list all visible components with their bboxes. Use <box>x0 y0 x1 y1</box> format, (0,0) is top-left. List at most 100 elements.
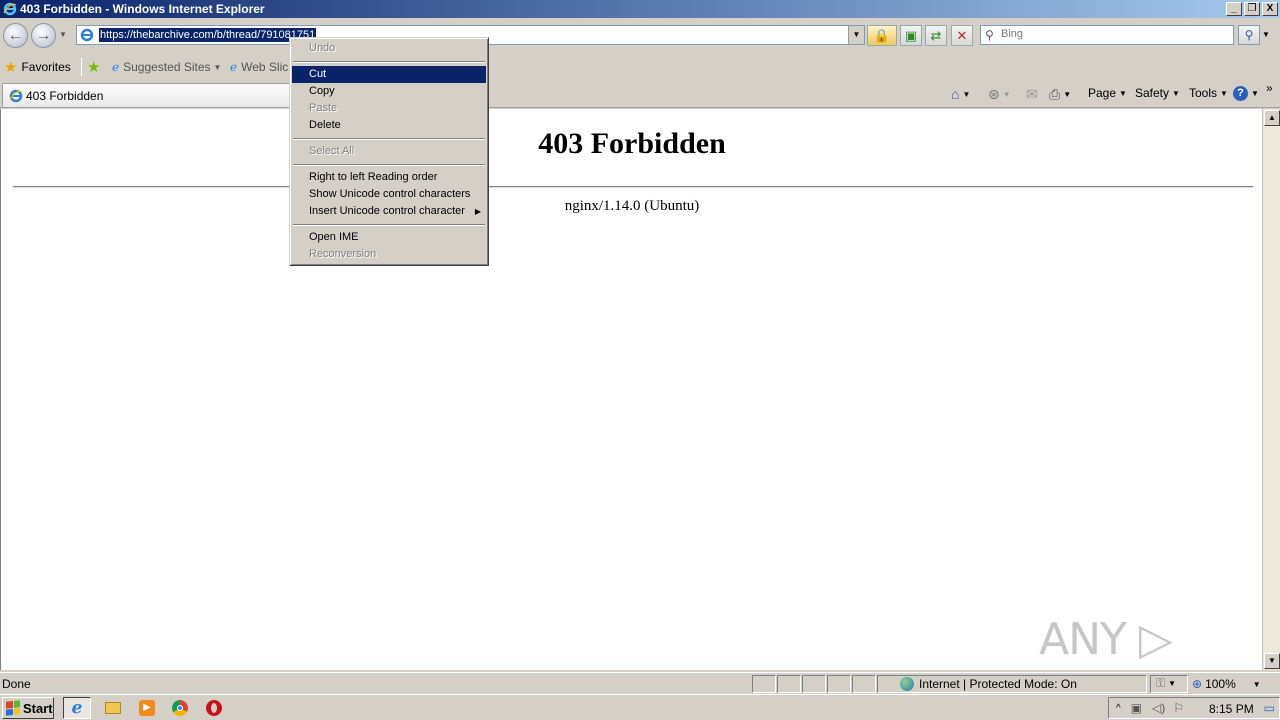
mail-icon: ✉ <box>1026 86 1038 102</box>
refresh-button[interactable]: ⇄ <box>925 25 947 46</box>
status-pane <box>827 675 851 693</box>
more-commands-chevron[interactable]: » <box>1266 81 1273 95</box>
volume-icon[interactable]: ◁) <box>1152 701 1165 715</box>
taskbar-app-opera[interactable] <box>200 697 228 719</box>
compatibility-view-button[interactable]: ▣ <box>900 25 922 46</box>
print-button[interactable]: ⎙ ▼ <box>1049 86 1071 103</box>
lock-icon: 🔒 <box>873 27 891 43</box>
feeds-button[interactable]: ⊛ ▼ <box>988 86 1011 103</box>
menu-item-insert-unicode-control-character[interactable]: Insert Unicode control character ▶ <box>292 203 486 220</box>
windows-flag-icon <box>6 700 20 716</box>
search-go-button[interactable]: ⚲ <box>1238 25 1260 45</box>
recent-pages-dropdown[interactable]: ▼ <box>59 30 67 39</box>
menu-item-undo: Undo <box>292 40 486 57</box>
zoom-control[interactable]: ⊕ 100% ▼ <box>1192 677 1261 691</box>
chevron-down-icon: ▼ <box>1002 90 1011 99</box>
suggested-sites-label: Suggested Sites <box>123 60 211 74</box>
ie-icon <box>80 28 94 42</box>
search-options-dropdown[interactable]: ▼ <box>1262 30 1270 39</box>
ie-icon: ℯ <box>230 60 238 74</box>
refresh-icon: ⇄ <box>930 27 942 43</box>
safety-menu[interactable]: Safety ▼ <box>1135 86 1180 100</box>
show-hidden-icons-icon[interactable]: ^ <box>1116 703 1121 714</box>
toolbar-separator <box>81 58 82 76</box>
show-desktop-icon[interactable]: ▭ <box>1264 701 1275 715</box>
star-icon: ★ <box>4 59 18 76</box>
window-titlebar: 403 Forbidden - Windows Internet Explore… <box>0 0 1280 18</box>
web-slice-gallery-link[interactable]: ℯ Web Slic <box>230 58 288 76</box>
opera-icon <box>206 700 222 716</box>
chevron-down-icon: ▼ <box>962 89 971 99</box>
menu-item-delete[interactable]: Delete <box>292 117 486 134</box>
stop-button[interactable]: ✕ <box>951 25 973 46</box>
security-lock-button[interactable]: 🔒 <box>867 25 897 46</box>
menu-item-reconversion: Reconversion <box>292 246 486 263</box>
security-zone[interactable]: Internet | Protected Mode: On <box>900 677 1077 691</box>
window-title: 403 Forbidden - Windows Internet Explore… <box>20 2 265 16</box>
menu-item-open-ime[interactable]: Open IME <box>292 229 486 246</box>
minimize-button[interactable]: _ <box>1226 2 1242 16</box>
vertical-scrollbar[interactable]: ▲ ▼ <box>1262 109 1280 670</box>
menu-item-show-unicode-control-characters[interactable]: Show Unicode control characters <box>292 186 486 203</box>
menu-item-paste: Paste <box>292 100 486 117</box>
menu-item-right-to-left-reading-order[interactable]: Right to left Reading order <box>292 169 486 186</box>
clock[interactable]: 8:15 PM <box>1209 702 1254 716</box>
help-button[interactable]: ? ▼ <box>1233 86 1259 101</box>
navigation-bar: ← → ▼ https://thebarchive.com/b/thread/7… <box>0 18 1280 54</box>
flag-icon[interactable]: ⚐ <box>1173 701 1184 715</box>
web-slice-label: Web Slic <box>241 60 289 74</box>
taskbar-app-ie[interactable]: ℯ <box>63 697 91 719</box>
restore-button[interactable]: ❐ <box>1244 2 1260 16</box>
media-player-icon: ▶ <box>139 700 155 716</box>
taskbar-app-chrome[interactable] <box>166 697 194 719</box>
start-button[interactable]: Start <box>2 697 54 719</box>
system-tray: ^ ▣ ◁) ⚐ 8:15 PM ▭ <box>1108 697 1280 719</box>
scroll-up-button[interactable]: ▲ <box>1264 110 1280 126</box>
taskbar-app-media-player[interactable]: ▶ <box>133 697 161 719</box>
menu-item-label: Right to left Reading order <box>309 171 438 183</box>
search-box[interactable]: ⚲ <box>980 25 1234 45</box>
taskbar-app-explorer[interactable] <box>99 697 127 719</box>
add-to-favorites-bar-button[interactable]: ★ <box>87 58 104 76</box>
divider <box>13 186 1253 188</box>
menu-item-cut[interactable]: Cut <box>292 66 486 83</box>
page-menu-label: Page <box>1088 86 1117 100</box>
action-center-icon[interactable]: ▣ <box>1131 701 1142 715</box>
page-menu[interactable]: Page ▼ <box>1088 86 1127 100</box>
back-icon: ← <box>7 26 24 44</box>
chevron-down-icon: ▼ <box>1251 89 1259 98</box>
close-window-button[interactable]: X <box>1262 2 1278 16</box>
server-signature: nginx/1.14.0 (Ubuntu) <box>564 198 700 214</box>
submenu-arrow-icon: ▶ <box>474 207 481 216</box>
context-menu: Undo Cut Copy Paste Delete Select All Right to… <box>289 37 489 266</box>
forward-button[interactable]: → <box>31 23 56 48</box>
address-url[interactable]: https://thebarchive.com/b/thread/7910817… <box>99 28 317 42</box>
search-input[interactable] <box>1001 28 1229 40</box>
protected-mode-button[interactable]: ⚿ ▼ <box>1156 676 1176 691</box>
favorites-button[interactable]: ★ Favorites <box>4 58 71 76</box>
page-heading: 403 Forbidden <box>538 127 726 160</box>
zoom-level: 100% <box>1205 677 1236 691</box>
address-dropdown[interactable]: ▼ <box>848 26 864 44</box>
stop-icon: ✕ <box>956 27 968 43</box>
back-button[interactable]: ← <box>3 23 28 48</box>
globe-icon <box>900 677 914 691</box>
suggested-sites-link[interactable]: ℯ Suggested Sites ▼ <box>112 58 221 76</box>
tab-403-forbidden[interactable]: 403 Forbidden <box>2 83 292 107</box>
menu-item-copy[interactable]: Copy <box>292 83 486 100</box>
menu-item-label: Show Unicode control characters <box>309 188 471 200</box>
security-zone-label: Internet | Protected Mode: On <box>919 677 1077 691</box>
scroll-down-button[interactable]: ▼ <box>1264 653 1280 669</box>
tools-menu[interactable]: Tools ▼ <box>1189 86 1228 100</box>
status-pane <box>802 675 826 693</box>
status-pane <box>752 675 776 693</box>
tools-menu-label: Tools <box>1189 86 1218 100</box>
menu-item-label: Open IME <box>309 231 359 243</box>
menu-separator <box>292 220 486 229</box>
status-bar: Done Internet | Protected Mode: On ⚿ ▼ ⊕ 1… <box>0 672 1280 694</box>
lock-icon: ⚿ <box>1156 676 1166 690</box>
search-icon: ⚲ <box>985 28 994 42</box>
home-button[interactable]: ⌂ ▼ <box>951 86 970 102</box>
chevron-down-icon: ▼ <box>1252 679 1261 689</box>
read-mail-button[interactable]: ✉ <box>1026 86 1038 103</box>
